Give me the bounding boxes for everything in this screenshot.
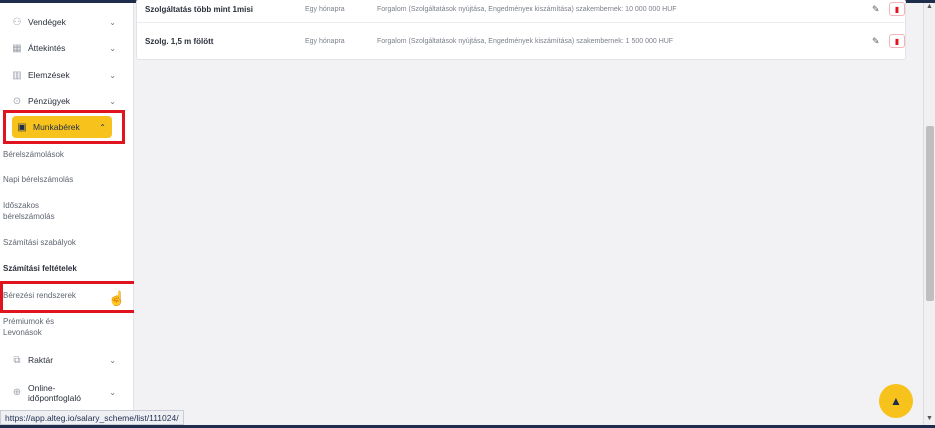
chart-icon: ▥: [12, 69, 22, 81]
chevron-down-icon: ⌄: [109, 70, 116, 80]
chevron-down-icon: ⌄: [109, 96, 116, 106]
status-bar-url: https://app.alteg.io/salary_scheme/list/…: [0, 410, 184, 425]
delete-icon[interactable]: ▮: [889, 2, 905, 16]
scroll-up-icon[interactable]: ▲: [926, 3, 933, 10]
chevron-down-icon: ⌄: [109, 43, 116, 53]
scheme-name[interactable]: Szolgáltatás több mint 1misi: [145, 5, 253, 14]
sidebar-item-label: Vendégek: [28, 17, 66, 27]
scrollbar-thumb[interactable]: [926, 126, 934, 301]
table-row[interactable]: Szolg. 1,5 m fölött Egy hónapra Forgalom…: [137, 26, 907, 56]
salary-schemes-table: Szolgáltatás több mint 1misi Egy hónapra…: [136, 0, 907, 60]
support-chat-button[interactable]: ▲: [879, 384, 913, 418]
sidebar-item-elemzesek[interactable]: ▥ Elemzések ⌄: [10, 64, 116, 86]
scroll-down-icon[interactable]: ▼: [926, 415, 933, 422]
submenu-item-szamitasi-szabalyok[interactable]: Számítási szabályok: [3, 237, 131, 248]
hand-cursor-icon: ☝: [108, 290, 126, 306]
sidebar: ⚇ Vendégek ⌄ ▦ Áttekintés ⌄ ▥ Elemzések …: [0, 3, 137, 428]
chevron-down-icon: ⌄: [109, 388, 116, 397]
highlight-box-munkaberek: [3, 110, 125, 144]
sidebar-item-penzugyek[interactable]: ⊙ Pénzügyek ⌄: [10, 90, 116, 112]
chevron-down-icon: ⌄: [109, 355, 116, 365]
main-content: Szolgáltatás több mint 1misi Egy hónapra…: [134, 0, 923, 428]
sidebar-item-online-idopontfoglalo[interactable]: ⊕ Online- időpontfoglaló ⌄: [10, 380, 116, 406]
sidebar-item-label: Raktár: [28, 355, 54, 365]
money-icon: ⊙: [12, 95, 22, 107]
submenu-item-berelszamolasok[interactable]: Bérelszámolások: [3, 149, 131, 160]
scheme-name[interactable]: Szolg. 1,5 m fölött: [145, 37, 213, 46]
boxes-icon: ⧉: [13, 354, 21, 366]
logo-icon: ▲: [890, 394, 902, 408]
sidebar-item-label: Online- időpontfoglaló: [28, 383, 81, 403]
sidebar-item-raktar[interactable]: ⧉ Raktár ⌄: [10, 349, 116, 371]
users-icon: ⚇: [12, 16, 22, 28]
row-divider: [137, 22, 907, 23]
submenu-item-napi-berelszamolas[interactable]: Napi bérelszámolás: [3, 174, 131, 185]
sidebar-item-attekintes[interactable]: ▦ Áttekintés ⌄: [10, 37, 116, 59]
grid-icon: ▦: [12, 42, 22, 54]
submenu-item-szamitasi-feltetelek[interactable]: Számítási feltételek: [3, 263, 131, 274]
chevron-down-icon: ⌄: [109, 17, 116, 27]
submenu-item-premiumok-levonasok[interactable]: Prémiumok és Levonások: [3, 316, 131, 338]
sidebar-item-label: Pénzügyek: [28, 96, 71, 106]
scheme-description: Forgalom (Szolgáltatások nyújtása, Enged…: [377, 5, 677, 13]
submenu-item-idoszakos-berelszamolas[interactable]: Időszakos bérelszámolás: [3, 200, 131, 222]
edit-icon[interactable]: ✎: [872, 4, 880, 15]
sidebar-item-vendegek[interactable]: ⚇ Vendégek ⌄: [10, 11, 116, 33]
delete-icon[interactable]: ▮: [889, 34, 905, 48]
scheme-description: Forgalom (Szolgáltatások nyújtása, Enged…: [377, 37, 674, 45]
sidebar-item-label: Áttekintés: [28, 43, 66, 53]
scheme-period: Egy hónapra: [305, 5, 345, 13]
globe-icon: ⊕: [12, 387, 22, 398]
table-row[interactable]: Szolgáltatás több mint 1misi Egy hónapra…: [137, 0, 907, 24]
sidebar-item-label: Elemzések: [28, 70, 70, 80]
edit-icon[interactable]: ✎: [872, 36, 880, 47]
scheme-period: Egy hónapra: [305, 37, 345, 45]
vertical-scrollbar[interactable]: ▲ ▼: [923, 3, 935, 428]
